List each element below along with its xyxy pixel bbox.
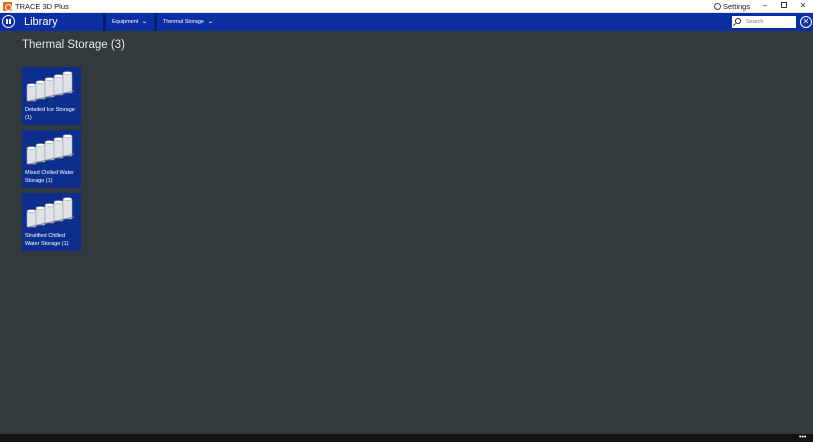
search-box[interactable] <box>732 16 796 28</box>
chevron-down-icon: ⌄ <box>207 19 214 25</box>
tile-label: Detailed Ice Storage (1) <box>25 107 75 121</box>
close-library-button[interactable]: ✕ <box>800 16 812 28</box>
settings-label: Settings <box>723 2 751 11</box>
breadcrumb-label: Thermal Storage <box>163 19 204 25</box>
search-input[interactable] <box>746 16 794 28</box>
tile-detailed-ice-storage[interactable]: Detailed Ice Storage (1) <box>22 67 81 125</box>
page-title: Thermal Storage (3) <box>22 39 125 51</box>
tile-mixed-chilled-water-storage[interactable]: Mixed Chilled Water Storage (1) <box>22 130 81 188</box>
breadcrumb-thermal-storage[interactable]: Thermal Storage ⌄ <box>154 13 224 31</box>
tile-label: Mixed Chilled Water Storage (1) <box>25 170 75 184</box>
window-titlebar: TRACE 3D Plus Settings – ✕ <box>0 0 813 13</box>
more-options-icon[interactable]: ••• <box>799 434 806 441</box>
library-menu-button[interactable] <box>2 15 15 28</box>
gear-icon <box>714 3 721 10</box>
settings-button[interactable]: Settings <box>714 1 750 12</box>
breadcrumb-equipment[interactable]: Equipment ⌄ <box>103 13 161 31</box>
breadcrumb-label: Equipment <box>112 19 139 25</box>
maximize-button[interactable] <box>775 0 793 13</box>
storage-tanks-icon <box>26 134 75 165</box>
bottom-app-bar: ••• <box>0 434 813 442</box>
chevron-down-icon: ⌄ <box>141 19 149 25</box>
app-header-bar: Library Equipment⌄ Thermal Storage⌄ ✕ <box>0 13 813 31</box>
minimize-button[interactable]: – <box>756 0 774 13</box>
tile-label: Stratified Chilled Water Storage (1) <box>25 233 69 247</box>
library-content: Thermal Storage (3) Detailed Ice Storage… <box>0 31 813 434</box>
storage-tanks-icon <box>26 197 75 228</box>
library-title: Library <box>24 16 58 28</box>
window-title: TRACE 3D Plus <box>15 2 69 11</box>
tile-stratified-chilled-water-storage[interactable]: Stratified Chilled Water Storage (1) <box>22 193 81 251</box>
window-close-button[interactable]: ✕ <box>794 0 812 13</box>
app-logo-icon <box>3 2 12 11</box>
maximize-icon <box>781 2 787 8</box>
search-icon <box>735 18 741 24</box>
storage-tanks-icon <box>26 71 75 102</box>
